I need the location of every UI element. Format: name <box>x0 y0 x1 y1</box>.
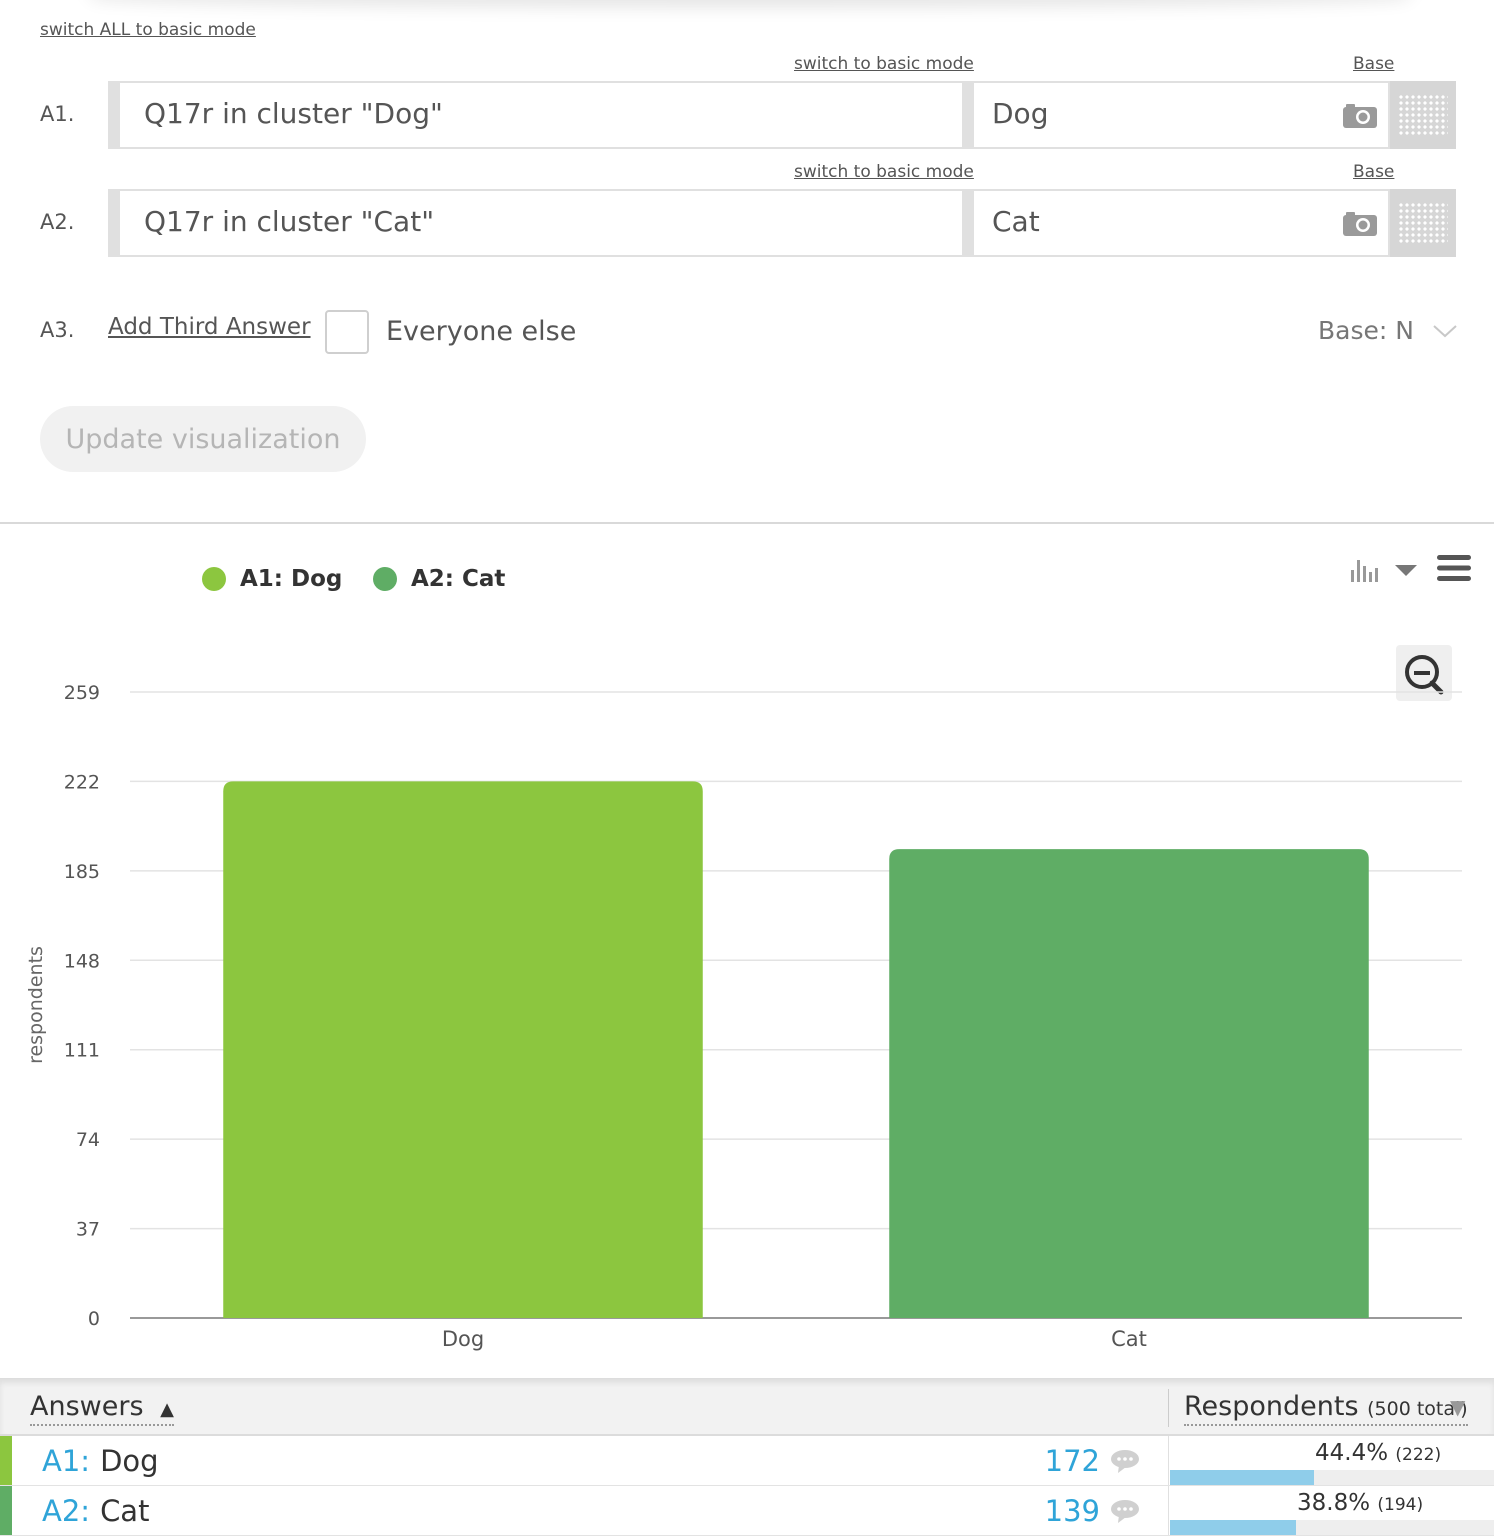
base-select-value: Base: N <box>1318 316 1414 345</box>
respondents-header-label: Respondents <box>1184 1391 1359 1422</box>
table-row[interactable]: A1: Dog 172 44.4% (222) <box>0 1436 1494 1486</box>
legend-dot-a1 <box>202 567 226 591</box>
answers-header-label: Answers <box>30 1391 144 1422</box>
legend-item-a2[interactable]: A2: Cat <box>373 566 505 592</box>
legend-dot-a2 <box>373 567 397 591</box>
answer-text-a2: Cat <box>992 205 1040 238</box>
switch-basic-mode-link-a1[interactable]: switch to basic mode <box>794 54 974 74</box>
legend-label-a1: A1: Dog <box>240 566 343 592</box>
row-percentage: 44.4% (222) <box>1315 1440 1441 1466</box>
caret-down-icon[interactable] <box>1395 565 1417 577</box>
respondents-column-header[interactable]: Respondents (500 total) <box>1184 1391 1468 1426</box>
everyone-else-label: Everyone else <box>386 316 577 347</box>
percentage-bar-track <box>1170 1520 1494 1535</box>
row-name: Cat <box>100 1494 150 1528</box>
grid-button-a1[interactable] <box>1390 81 1456 149</box>
answers-column-header[interactable]: Answers ▲ <box>30 1391 174 1426</box>
bar-chart: 0 37 74 111 148 185 222 259 Dog Cat <box>64 682 1462 1351</box>
row-pct-n: (194) <box>1377 1495 1424 1515</box>
hamburger-menu-icon[interactable] <box>1436 554 1472 582</box>
camera-icon[interactable] <box>1342 103 1378 129</box>
bar-dog[interactable] <box>223 781 703 1318</box>
everyone-else-checkbox[interactable] <box>325 310 369 354</box>
row-pct-value: 38.8% <box>1297 1490 1371 1516</box>
bar-chart-icon[interactable] <box>1350 558 1382 582</box>
header-divider <box>1168 1389 1169 1427</box>
chevron-down-icon <box>1433 324 1457 337</box>
answer-label-a1: A1. <box>40 102 75 126</box>
sort-desc-icon[interactable]: ▼ <box>1450 1395 1465 1419</box>
update-visualization-button[interactable]: Update visualization <box>40 406 366 472</box>
base-link-a1[interactable]: Base <box>1353 54 1394 74</box>
percentage-bar-fill <box>1170 1520 1296 1535</box>
answer-label-a2: A2. <box>40 210 75 234</box>
x-tick-label: Dog <box>442 1327 484 1351</box>
row-divider <box>1168 1436 1169 1485</box>
grid-icon <box>1398 94 1448 136</box>
add-third-answer-link[interactable]: Add Third Answer <box>108 314 311 340</box>
query-panel: switch ALL to basic mode switch to basic… <box>0 0 1494 523</box>
answer-label-a3: A3. <box>40 318 75 342</box>
comment-bubble-icon[interactable] <box>1110 1499 1140 1523</box>
question-text-a1: Q17r in cluster "Dog" <box>144 97 443 130</box>
y-axis-label: respondents <box>25 946 47 1064</box>
row-code: A1: <box>42 1444 91 1478</box>
base-link-a2[interactable]: Base <box>1353 162 1394 182</box>
grid-icon <box>1398 202 1448 244</box>
answer-text-a1: Dog <box>992 97 1049 130</box>
base-select[interactable]: Base: N <box>1318 316 1458 345</box>
percentage-bar-fill <box>1170 1470 1314 1485</box>
answers-table: Answers ▲ Respondents (500 total) ▼ A1: D… <box>0 1378 1494 1536</box>
row-name: Dog <box>100 1444 159 1478</box>
row-code: A2: <box>42 1494 91 1528</box>
grid-button-a2[interactable] <box>1390 189 1456 257</box>
y-tick-label: 148 <box>64 950 100 972</box>
question-field-a1[interactable]: Q17r in cluster "Dog" <box>108 81 964 149</box>
row-pct-n: (222) <box>1395 1445 1442 1465</box>
comment-bubble-icon[interactable] <box>1110 1449 1140 1473</box>
row-divider <box>1168 1486 1169 1535</box>
answer-field-a2[interactable]: Cat <box>962 189 1390 257</box>
row-percentage: 38.8% (194) <box>1297 1490 1423 1516</box>
row-color-marker <box>0 1436 12 1485</box>
y-tick-label: 185 <box>64 861 100 883</box>
switch-all-basic-mode-link[interactable]: switch ALL to basic mode <box>40 20 256 40</box>
answer-field-a1[interactable]: Dog <box>962 81 1390 149</box>
x-tick-label: Cat <box>1111 1327 1147 1351</box>
sort-asc-icon: ▲ <box>160 1399 174 1420</box>
row-count[interactable]: 139 <box>1045 1494 1100 1528</box>
row-pct-value: 44.4% <box>1315 1440 1389 1466</box>
y-tick-label: 111 <box>64 1040 100 1062</box>
y-tick-label: 259 <box>64 682 100 704</box>
row-answer-label[interactable]: A1: Dog <box>42 1444 159 1478</box>
switch-basic-mode-link-a2[interactable]: switch to basic mode <box>794 162 974 182</box>
question-text-a2: Q17r in cluster "Cat" <box>144 205 435 238</box>
camera-icon[interactable] <box>1342 211 1378 237</box>
table-header: Answers ▲ Respondents (500 total) ▼ <box>0 1378 1494 1436</box>
y-tick-label: 0 <box>88 1308 100 1330</box>
y-tick-label: 37 <box>76 1219 100 1241</box>
row-color-marker <box>0 1486 12 1535</box>
row-answer-label[interactable]: A2: Cat <box>42 1494 149 1528</box>
y-tick-label: 74 <box>76 1129 100 1151</box>
table-row[interactable]: A2: Cat 139 38.8% (194) <box>0 1486 1494 1536</box>
section-divider <box>0 522 1494 524</box>
bar-cat[interactable] <box>889 849 1369 1318</box>
legend-label-a2: A2: Cat <box>411 566 506 592</box>
legend-item-a1[interactable]: A1: Dog <box>202 566 342 592</box>
row-count[interactable]: 172 <box>1045 1444 1100 1478</box>
percentage-bar-track <box>1170 1470 1494 1485</box>
y-tick-label: 222 <box>64 771 100 793</box>
question-field-a2[interactable]: Q17r in cluster "Cat" <box>108 189 964 257</box>
